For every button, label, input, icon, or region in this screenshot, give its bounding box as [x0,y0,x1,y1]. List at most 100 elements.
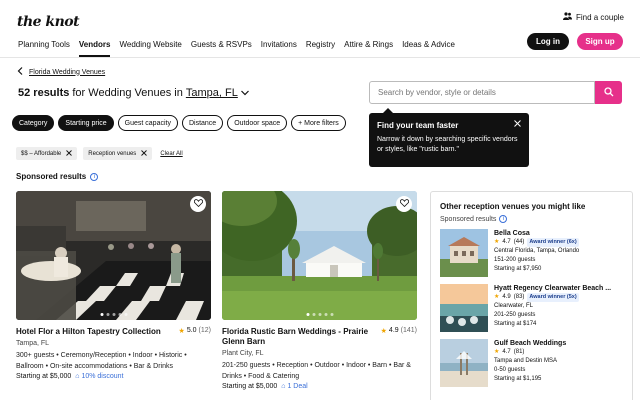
venue-photo[interactable] [16,191,211,320]
sponsored-results-label: Sponsored results i [16,172,99,181]
filter-guest-capacity[interactable]: Guest capacity [117,115,178,131]
similar-venue-item[interactable]: Hyatt Regency Clearwater Beach ... ★ 4.9… [440,284,623,333]
star-icon: ★ [178,328,185,335]
award-badge: Award winner (6x) [527,238,579,247]
applied-tag-label: Reception venues [88,150,137,157]
similar-venue-item[interactable]: Bella Cosa ★ 4.7 (44) Award winner (6x) … [440,229,623,278]
heart-icon [193,199,203,209]
signup-button[interactable]: Sign up [577,33,623,50]
star-icon: ★ [494,294,500,300]
deal-label: 10% discount [81,373,124,380]
similar-venue-location: Tampa and Destin MSA [494,358,558,364]
the-knot-logo[interactable]: the knot [17,14,80,30]
login-button[interactable]: Log in [527,33,569,50]
location-selector[interactable]: Tampa, FL [186,87,238,99]
similar-venue-name[interactable]: Bella Cosa [494,229,579,238]
panel-title: Other reception venues you might like [440,202,586,211]
applied-tag-label: $$ – Affordable [21,150,62,157]
search-button[interactable] [595,81,622,104]
similar-venue-location: Central Florida, Tampa, Orlando [494,248,580,254]
star-icon: ★ [494,239,500,245]
venue-card[interactable]: Florida Rustic Barn Weddings - Prairie G… [222,191,417,390]
filter-category[interactable]: Category [12,115,55,131]
rating-count: (81) [513,349,525,355]
venue-card[interactable]: Hotel Flor a Hilton Tapestry Collection … [16,191,211,380]
find-couple-link[interactable]: Find a couple [562,12,624,22]
deal-badge[interactable]: ⌂ 10% discount [75,373,123,380]
find-couple-label: Find a couple [575,12,624,22]
applied-filters: $$ – Affordable Reception venues Clear A… [16,147,183,160]
venue-price-row: Starting at $5,000 ⌂ 10% discount [16,373,211,380]
nav-vendors[interactable]: Vendors [78,40,111,57]
rating-count: (12) [198,327,211,334]
clear-all-link[interactable]: Clear All [160,151,182,157]
results-heading: 52 results for Wedding Venues in Tampa, … [18,87,249,99]
similar-venue-price: Starting at $7,950 [494,266,542,272]
close-icon[interactable] [514,119,521,129]
info-icon[interactable]: i [90,172,99,181]
carousel-dots[interactable] [306,313,333,316]
similar-venue-item[interactable]: Gulf Beach Weddings ★ 4.7 (81) Tampa and… [440,339,623,388]
venue-thumbnail[interactable] [440,284,488,332]
similar-venue-guests: 0-50 guests [494,367,526,373]
filter-outdoor-space[interactable]: Outdoor space [227,115,288,131]
nav-invitations[interactable]: Invitations [261,40,297,57]
filter-starting-price[interactable]: Starting price [58,115,114,131]
search-tooltip: Find your team faster Narrow it down by … [369,108,529,167]
similar-venue-location: Clearwater, FL [494,303,534,309]
nav-guests-rsvps[interactable]: Guests & RSVPs [191,40,252,57]
similar-venue-name[interactable]: Gulf Beach Weddings [494,339,566,348]
deal-badge[interactable]: ⌂ 1 Deal [281,383,307,390]
nav-registry[interactable]: Registry [306,40,335,57]
breadcrumb-link[interactable]: Florida Wedding Venues [29,69,105,76]
applied-tag[interactable]: $$ – Affordable [16,147,78,160]
chevron-left-icon[interactable] [17,67,23,77]
heart-icon [399,199,409,209]
nav-attire-rings[interactable]: Attire & Rings [344,40,393,57]
search-input[interactable] [369,81,595,104]
close-icon[interactable] [66,149,73,158]
main-nav: Planning Tools Vendors Wedding Website G… [18,40,464,57]
similar-venues-panel: Other reception venues you might like Sp… [430,191,633,400]
rating-count: (141) [400,327,417,334]
similar-venue-guests: 201-250 guests [494,312,536,318]
venue-details: 201-250 guests • Reception • Outdoor • I… [222,362,411,380]
favorite-button[interactable] [396,196,412,212]
star-icon: ★ [494,349,500,355]
venue-title[interactable]: Florida Rustic Barn Weddings - Prairie G… [222,327,372,347]
info-icon[interactable]: i [499,215,508,223]
carousel-dots[interactable] [100,313,127,316]
venue-price: Starting at $5,000 [16,373,72,380]
similar-venue-name[interactable]: Hyatt Regency Clearwater Beach ... [494,284,611,293]
filter-more[interactable]: + More filters [291,115,346,131]
chevron-down-icon[interactable] [240,87,249,99]
venue-rating: ★ 4.9 (141) [381,327,417,347]
panel-sponsored-label: Sponsored results [440,215,497,223]
close-icon[interactable] [141,149,148,158]
nav-ideas-advice[interactable]: Ideas & Advice [402,40,455,57]
nav-planning-tools[interactable]: Planning Tools [18,40,70,57]
similar-venue-price: Starting at $1,195 [494,376,542,382]
header-divider [0,57,640,58]
rating-count: (44) [513,239,525,245]
venue-thumbnail[interactable] [440,229,488,277]
venue-title[interactable]: Hotel Flor a Hilton Tapestry Collection [16,327,161,337]
filter-distance[interactable]: Distance [181,115,224,131]
rating-value: 5.0 [186,327,197,334]
people-icon [562,12,572,22]
venue-photo[interactable] [222,191,417,320]
venue-rating: ★ 5.0 (12) [179,327,211,337]
results-count: 52 results [18,87,70,99]
similar-venue-guests: 151-200 guests [494,257,536,263]
rating-value: 4.9 [502,294,511,300]
nav-wedding-website[interactable]: Wedding Website [119,40,181,57]
venue-thumbnail[interactable] [440,339,488,387]
similar-venue-price: Starting at $174 [494,321,537,327]
favorite-button[interactable] [190,196,206,212]
star-icon: ★ [380,328,387,335]
venue-price: Starting at $5,000 [222,383,278,390]
breadcrumb: Florida Wedding Venues [17,67,105,77]
applied-tag[interactable]: Reception venues [83,147,153,160]
tooltip-title: Find your team faster [377,121,459,130]
search-icon [603,86,614,99]
